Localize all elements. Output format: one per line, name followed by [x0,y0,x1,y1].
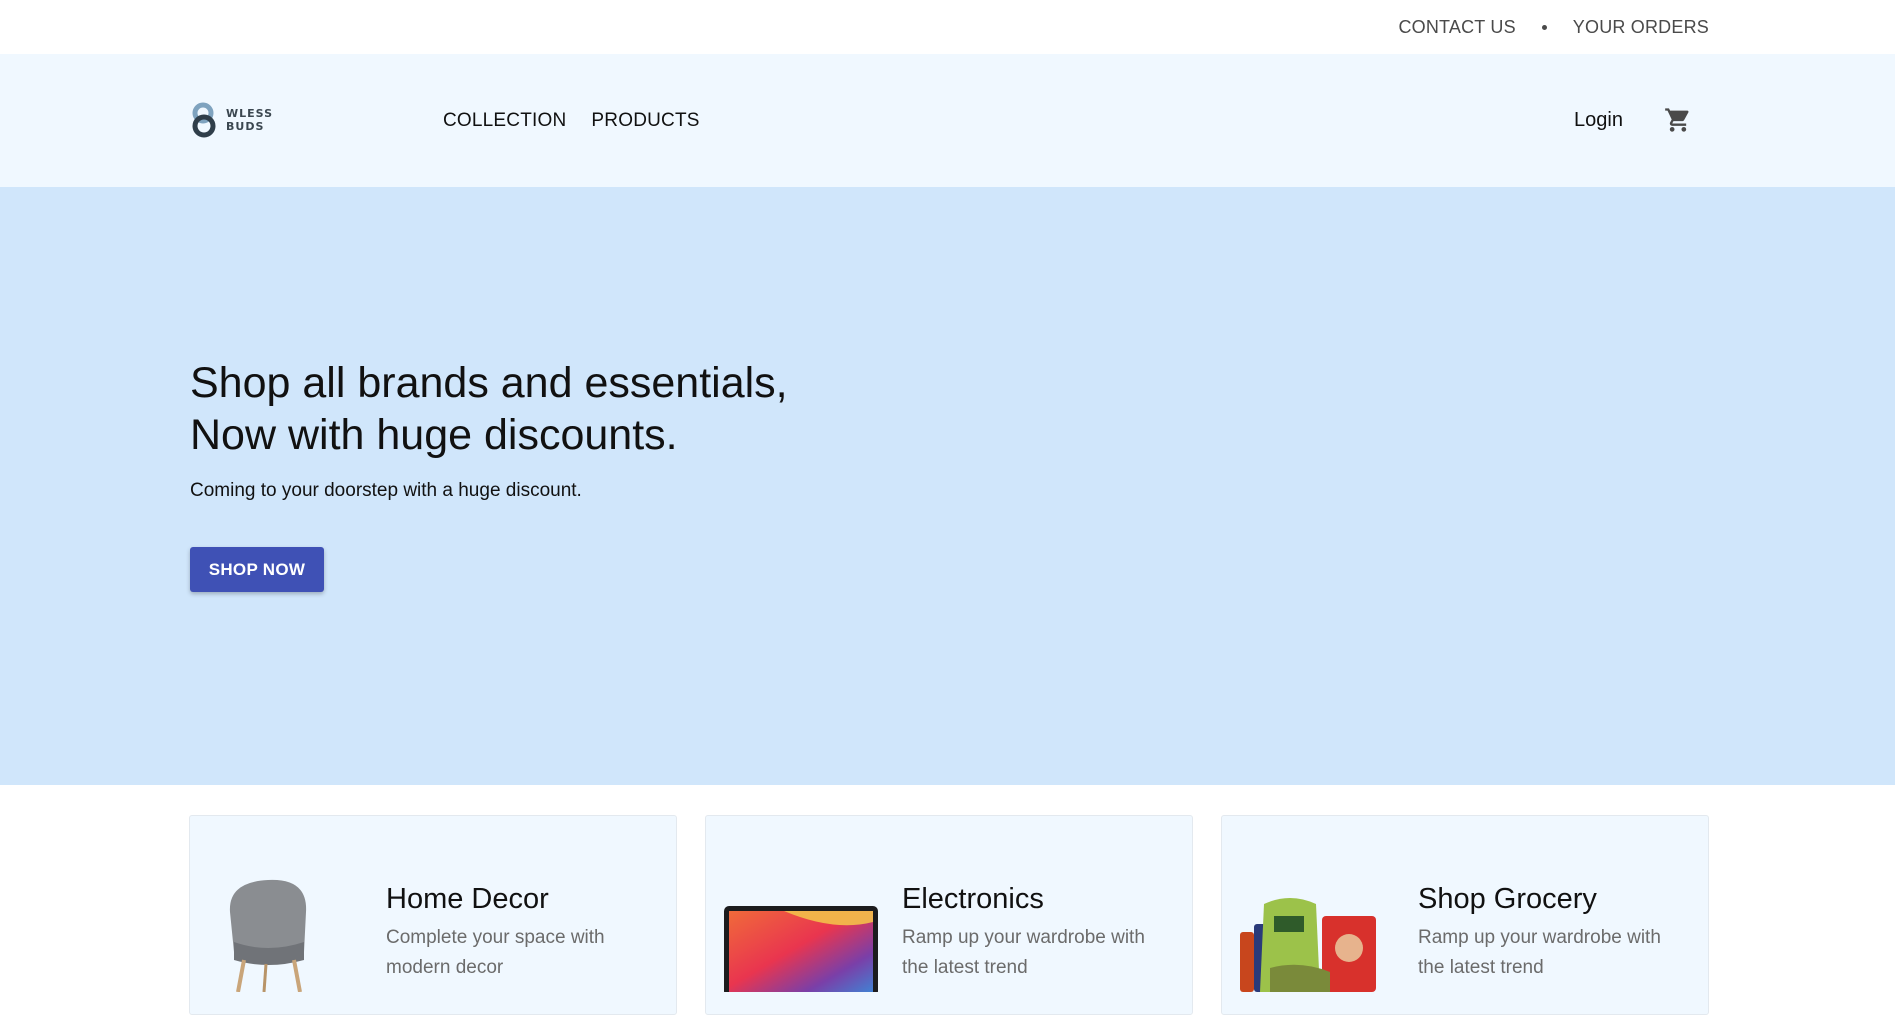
cart-icon[interactable] [1664,106,1692,134]
utility-bar: CONTACT US YOUR ORDERS [0,0,1895,54]
hero-banner: Shop all brands and essentials, Now with… [0,187,1895,785]
hero-title-line-2: Now with huge discounts. [190,411,678,459]
nav-collection[interactable]: COLLECTION [443,110,566,132]
laptop-image [724,906,878,992]
brand-logo[interactable]: WLESS BUDS [190,101,273,139]
main-header: WLESS BUDS COLLECTION PRODUCTS Login [0,54,1895,187]
main-nav: COLLECTION PRODUCTS [443,54,700,187]
category-description: Complete your space with modern decor [386,927,605,978]
separator-dot [1541,24,1547,30]
category-title: Shop Grocery [1418,883,1597,915]
category-title: Home Decor [386,883,549,915]
your-orders-link[interactable]: YOUR ORDERS [1573,17,1709,38]
grocery-image [1240,898,1376,992]
category-card-grocery[interactable]: Shop Grocery Ramp up your wardrobe with … [1221,815,1709,1015]
hero-subtitle: Coming to your doorstep with a huge disc… [190,480,582,501]
category-card-electronics[interactable]: Electronics Ramp up your wardrobe with t… [705,815,1193,1015]
category-description: Ramp up your wardrobe with the latest tr… [902,927,1145,978]
logo-mark-icon [192,102,216,138]
category-cards: Home Decor Complete your space with mode… [189,815,1710,1015]
logo-line-2: BUDS [226,120,265,133]
category-card-home-decor[interactable]: Home Decor Complete your space with mode… [189,815,677,1015]
shop-now-button[interactable]: SHOP NOW [190,547,324,592]
hero-title: Shop all brands and essentials, Now with… [190,357,788,461]
logo-line-1: WLESS [226,107,274,120]
category-description: Ramp up your wardrobe with the latest tr… [1418,927,1661,978]
hero-title-line-1: Shop all brands and essentials, [190,359,788,407]
utility-links: CONTACT US YOUR ORDERS [1398,0,1709,54]
contact-us-link[interactable]: CONTACT US [1398,17,1515,38]
logo-text: WLESS BUDS [226,107,273,133]
chair-image [229,879,307,992]
category-title: Electronics [902,883,1044,915]
login-link[interactable]: Login [1574,54,1623,187]
nav-products[interactable]: PRODUCTS [591,110,699,132]
